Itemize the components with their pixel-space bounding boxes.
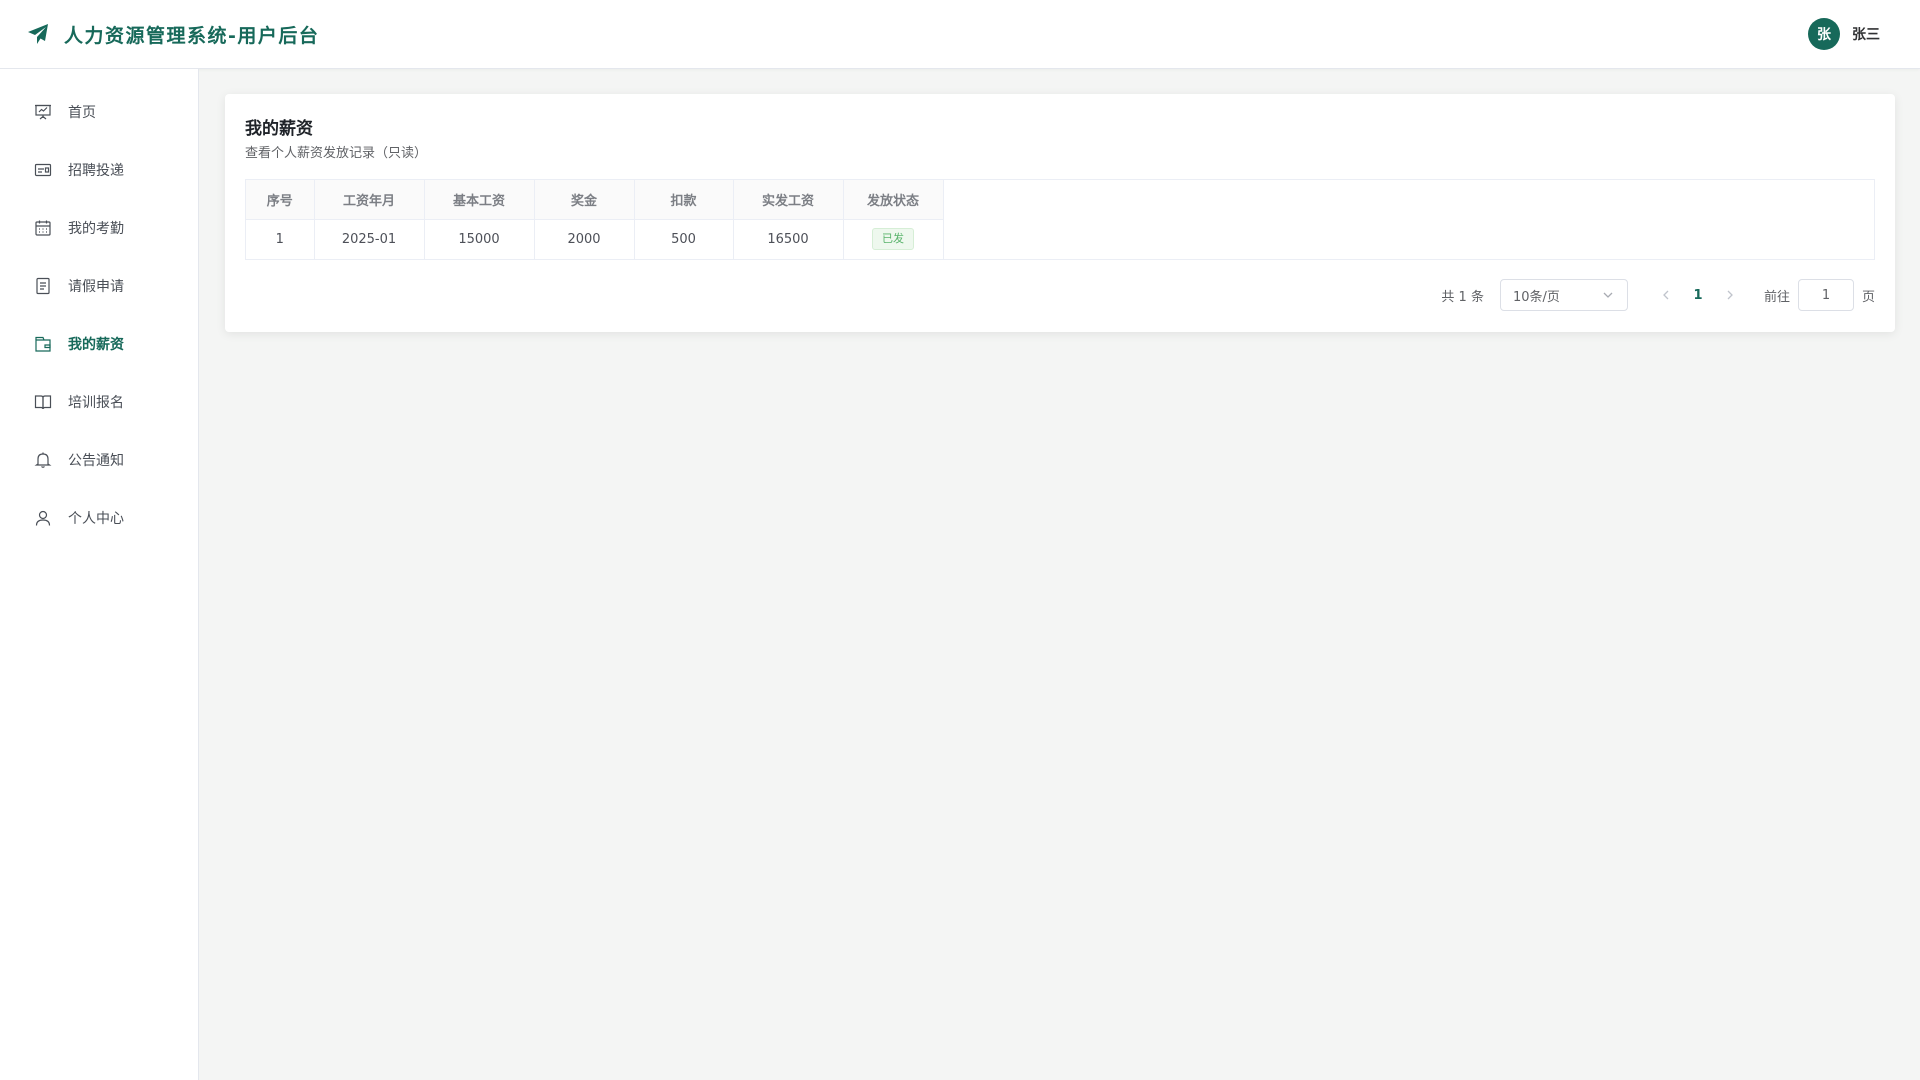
cell-net-salary: 16500 <box>733 219 844 260</box>
page-title: 我的薪资 <box>245 119 313 139</box>
column-header: 实发工资 <box>733 180 844 220</box>
book-icon <box>34 395 52 410</box>
chevron-right-icon <box>1727 290 1733 300</box>
page-number-1[interactable]: 1 <box>1682 288 1714 303</box>
chevron-down-icon <box>1603 292 1613 298</box>
wallet-icon <box>35 336 51 352</box>
page-subtitle: 查看个人薪资发放记录（只读） <box>245 146 428 161</box>
sidebar-item-attendance[interactable]: 我的考勤 <box>0 199 198 257</box>
sidebar-item-announcements[interactable]: 公告通知 <box>0 431 198 489</box>
column-header: 工资年月 <box>314 180 425 220</box>
sidebar-item-label: 招聘投递 <box>68 163 124 179</box>
paper-plane-icon <box>28 24 48 44</box>
sidebar-item-home[interactable]: 首页 <box>0 83 198 141</box>
next-page-button[interactable] <box>1714 279 1746 311</box>
sidebar-item-salary[interactable]: 我的薪资 <box>0 315 198 373</box>
salary-table: 序号 工资年月 基本工资 奖金 扣款 实发工资 发放状态 1 2025-01 1… <box>245 179 1875 260</box>
page-suffix: 页 <box>1861 289 1875 305</box>
status-badge: 已发 <box>872 228 914 250</box>
sidebar-item-label: 我的薪资 <box>68 337 124 353</box>
cell-base-salary: 15000 <box>424 219 535 260</box>
avatar[interactable]: 张 <box>1808 18 1840 50</box>
column-header: 扣款 <box>634 180 734 220</box>
pagination: 共 1 条 10条/页 1 前往 页 <box>1441 279 1875 311</box>
goto-label: 前往 <box>1763 289 1790 305</box>
logo[interactable]: 人力资源管理系统-用户后台 <box>26 21 319 48</box>
cell-month: 2025-01 <box>314 219 425 260</box>
user-menu[interactable]: 张 张三 <box>1808 18 1880 50</box>
sidebar-item-training[interactable]: 培训报名 <box>0 373 198 431</box>
sidebar-item-label: 首页 <box>68 105 96 121</box>
total-count: 共 1 条 <box>1441 289 1484 305</box>
bell-icon <box>34 452 52 468</box>
column-header: 基本工资 <box>424 180 535 220</box>
page-size-select[interactable]: 10条/页 <box>1499 279 1628 311</box>
top-header: 人力资源管理系统-用户后台 张 张三 <box>0 0 1920 69</box>
sidebar-item-label: 我的考勤 <box>68 221 124 237</box>
id-card-icon <box>34 163 52 177</box>
document-icon <box>36 277 50 295</box>
user-name[interactable]: 张三 <box>1852 24 1880 44</box>
goto-page-input[interactable] <box>1797 279 1854 311</box>
calendar-icon <box>35 220 51 236</box>
presentation-icon <box>35 104 51 120</box>
column-header: 序号 <box>246 180 315 220</box>
cell-status: 已发 <box>843 219 944 260</box>
salary-card: 我的薪资 查看个人薪资发放记录（只读） 序号 工资年月 基本工资 奖金 扣款 实… <box>225 94 1895 332</box>
sidebar-item-recruitment[interactable]: 招聘投递 <box>0 141 198 199</box>
cell-deduction: 500 <box>634 219 734 260</box>
sidebar-item-leave[interactable]: 请假申请 <box>0 257 198 315</box>
page-size-value: 10条/页 <box>1512 289 1560 305</box>
column-header: 发放状态 <box>843 180 944 220</box>
chevron-left-icon <box>1663 290 1669 300</box>
prev-page-button[interactable] <box>1650 279 1682 311</box>
sidebar-item-label: 培训报名 <box>68 395 124 411</box>
table-row: 1 2025-01 15000 2000 500 16500 已发 <box>246 219 944 260</box>
user-icon <box>35 510 51 526</box>
sidebar-item-label: 公告通知 <box>68 453 124 469</box>
column-header: 奖金 <box>534 180 635 220</box>
cell-index: 1 <box>246 219 315 260</box>
cell-bonus: 2000 <box>534 219 635 260</box>
sidebar-item-profile[interactable]: 个人中心 <box>0 489 198 547</box>
sidebar-item-label: 个人中心 <box>68 511 124 527</box>
app-title: 人力资源管理系统-用户后台 <box>64 24 320 47</box>
sidebar-item-label: 请假申请 <box>68 279 124 295</box>
sidebar: 首页 招聘投递 我的考勤 请假申请 我的薪资 培训报名 公告通知 个人中心 <box>0 69 199 1080</box>
table-header-row: 序号 工资年月 基本工资 奖金 扣款 实发工资 发放状态 <box>246 180 944 220</box>
